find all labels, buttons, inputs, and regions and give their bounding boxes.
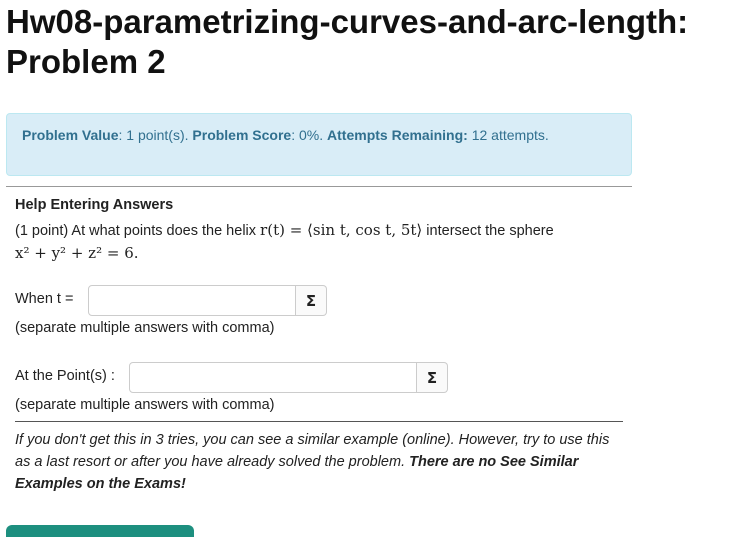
problem-score-label: Problem Score bbox=[192, 127, 292, 143]
sigma-icon: Σ bbox=[305, 292, 317, 310]
t-equation-editor-button[interactable]: Σ bbox=[296, 285, 327, 316]
page-title: Hw08-parametrizing-curves-and-arc-length… bbox=[6, 2, 736, 82]
divider-top bbox=[6, 186, 632, 187]
problem-value-text: : 1 point(s). bbox=[118, 127, 189, 143]
problem-statement: (1 point) At what points does the helix … bbox=[15, 219, 625, 265]
problem-score-text: : 0%. bbox=[291, 127, 324, 143]
point-answer-input[interactable] bbox=[129, 362, 417, 393]
attempts-remaining-label: Attempts Remaining: bbox=[327, 127, 468, 143]
problem-info-box: Problem Value: 1 point(s). Problem Score… bbox=[6, 113, 632, 176]
sphere-equation: x² + y² + z² = 6. bbox=[15, 244, 139, 262]
hint-text: If you don't get this in 3 tries, you ca… bbox=[15, 429, 625, 495]
help-entering-answers-link[interactable]: Help Entering Answers bbox=[15, 197, 173, 213]
point-answer-label: At the Point(s) : bbox=[15, 368, 115, 384]
page-title-line-1: Hw08-parametrizing-curves-and-arc-length… bbox=[6, 3, 689, 40]
problem-text-after: intersect the sphere bbox=[422, 223, 554, 239]
point-equation-editor-button[interactable]: Σ bbox=[417, 362, 448, 393]
problem-value-label: Problem Value bbox=[22, 127, 119, 143]
sigma-icon: Σ bbox=[426, 369, 438, 387]
t-answer-label: When t = bbox=[15, 291, 74, 307]
t-answer-input[interactable] bbox=[88, 285, 296, 316]
page-title-line-2: Problem 2 bbox=[6, 43, 166, 80]
attempts-remaining-text: 12 attempts. bbox=[467, 127, 549, 143]
divider-bottom bbox=[15, 421, 623, 422]
t-answer-note: (separate multiple answers with comma) bbox=[15, 320, 275, 336]
point-answer-note: (separate multiple answers with comma) bbox=[15, 397, 275, 413]
problem-text-before: (1 point) At what points does the helix bbox=[15, 223, 261, 239]
helix-equation: r(t) = ⟨sin t, cos t, 5t⟩ bbox=[260, 221, 423, 239]
submit-button-partial[interactable] bbox=[6, 525, 194, 537]
